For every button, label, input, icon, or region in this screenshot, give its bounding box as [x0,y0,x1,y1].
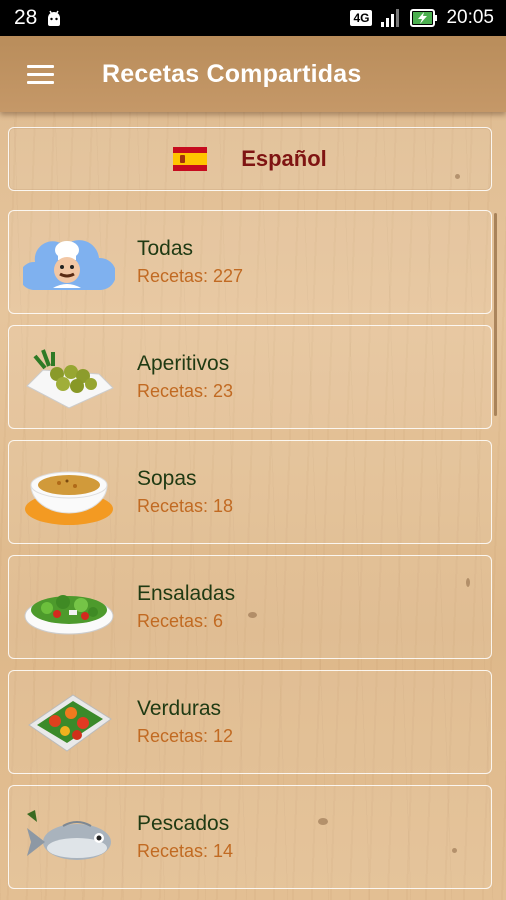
category-list: Todas Recetas: 227 Aperitivos Recetas: 2… [8,210,492,900]
category-name: Sopas [137,467,197,490]
page-title: Recetas Compartidas [102,59,362,88]
category-item-verduras[interactable]: Verduras Recetas: 12 [8,670,492,774]
category-name: Aperitivos [137,352,230,375]
category-name: Pescados [137,812,230,835]
scrollbar[interactable] [494,213,497,416]
status-number: 28 [14,6,38,29]
category-item-sopas[interactable]: Sopas Recetas: 18 [8,440,492,544]
category-count: Recetas: 18 [137,496,234,516]
category-name: Verduras [137,697,222,720]
spain-flag-icon [173,147,208,171]
status-bar: 28 4G 20:05 [0,0,506,36]
category-item-pescados[interactable]: Pescados Recetas: 14 [8,785,492,889]
category-name: Ensaladas [137,582,236,605]
category-item-aperitivos[interactable]: Aperitivos Recetas: 23 [8,325,492,429]
chef-cloud-icon [23,240,115,290]
category-name: Todas [137,237,194,260]
category-count: Recetas: 227 [137,266,244,286]
fish-icon [27,810,111,860]
menu-button[interactable] [10,36,70,112]
soup-bowl-icon [25,471,113,525]
category-item-todas[interactable]: Todas Recetas: 227 [8,210,492,314]
clock: 20:05 [446,7,494,28]
olives-icon [26,349,114,409]
hamburger-menu-icon [26,64,54,84]
category-item-ensaladas[interactable]: Ensaladas Recetas: 6 [8,555,492,659]
category-count: Recetas: 23 [137,381,234,401]
language-label: Español [241,146,327,171]
android-icon [48,10,61,26]
vegetables-icon [28,694,112,752]
network-type: 4G [350,10,373,26]
category-count: Recetas: 12 [137,726,234,746]
language-selector[interactable]: Español [8,127,492,191]
category-count: Recetas: 6 [137,611,224,631]
app-bar: Recetas Compartidas [0,36,506,112]
battery-charging-icon [410,9,438,27]
salad-icon [24,595,114,635]
category-count: Recetas: 14 [137,841,234,861]
signal-icon [381,9,400,27]
